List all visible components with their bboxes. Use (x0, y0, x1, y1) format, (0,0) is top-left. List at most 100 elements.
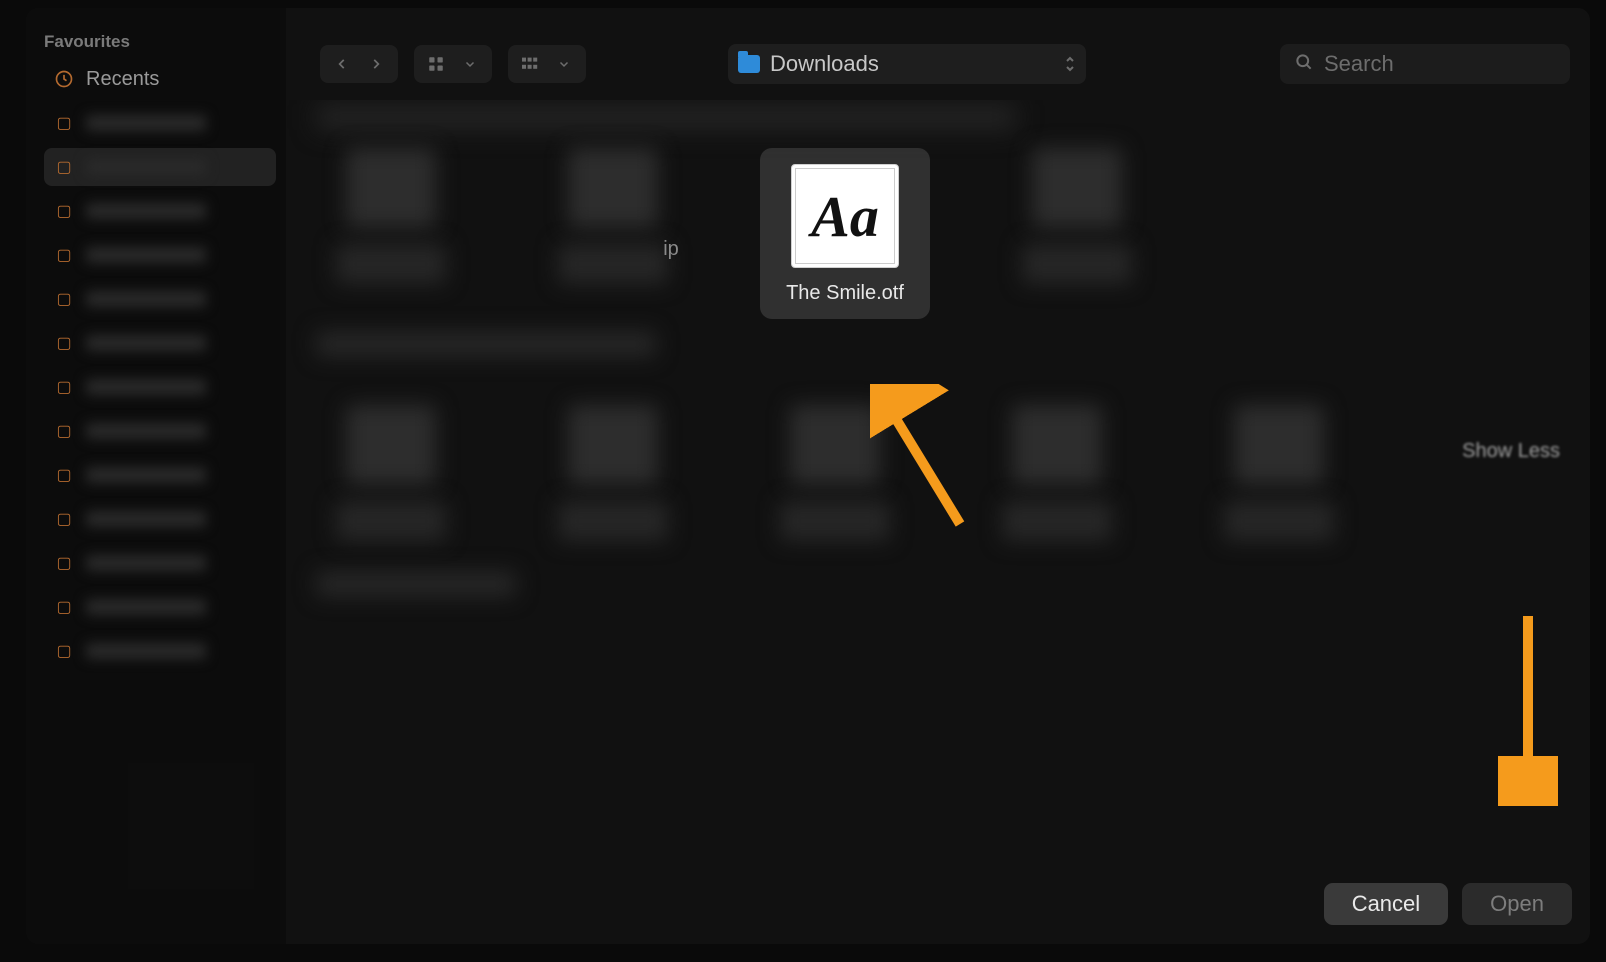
blurred-label (86, 247, 206, 263)
blurred-label (86, 159, 206, 175)
group-icon (516, 51, 544, 77)
folder-icon: ▢ (54, 597, 74, 617)
blurred-thumbnail (790, 405, 880, 485)
location-label: Downloads (770, 51, 1054, 77)
blurred-label (86, 467, 206, 483)
file-item-blurred[interactable]: ip (538, 148, 688, 319)
sidebar-item-blurred[interactable]: ▢ (44, 104, 276, 142)
sidebar-item-blurred[interactable]: ▢ (44, 280, 276, 318)
folder-icon (738, 55, 760, 73)
font-file-thumbnail: Aa (791, 164, 899, 268)
folder-icon: ▢ (54, 201, 74, 221)
blurred-label (86, 643, 206, 659)
blurred-label (86, 379, 206, 395)
blurred-label (86, 115, 206, 131)
blurred-label (86, 291, 206, 307)
sidebar-section-title: Favourites (44, 32, 276, 52)
file-item-blurred[interactable] (760, 405, 910, 541)
blurred-filename (1022, 244, 1132, 284)
blurred-label (86, 555, 206, 571)
blurred-thumbnail (346, 405, 436, 485)
folder-icon: ▢ (54, 509, 74, 529)
blurred-thumbnail (1012, 405, 1102, 485)
folder-icon: ▢ (54, 377, 74, 397)
sidebar-item-blurred[interactable]: ▢ (44, 632, 276, 670)
cancel-button[interactable]: Cancel (1324, 883, 1448, 925)
group-options-button[interactable] (508, 45, 586, 83)
filename-suffix: ip (663, 238, 679, 261)
show-less-link[interactable]: Show Less (1462, 440, 1560, 463)
blurred-filename (780, 501, 890, 541)
file-open-dialog: Favourites Recents ▢ ▢ ▢ ▢ ▢ ▢ ▢ ▢ ▢ ▢ ▢… (26, 8, 1590, 944)
sidebar-item-recents[interactable]: Recents (44, 60, 276, 98)
forward-button[interactable] (362, 51, 390, 77)
sidebar-item-blurred[interactable]: ▢ (44, 544, 276, 582)
blurred-row (316, 104, 1016, 130)
chevron-down-icon (550, 51, 578, 77)
dialog-footer: Cancel Open (286, 864, 1590, 944)
file-item-blurred[interactable] (1002, 148, 1152, 319)
clock-icon (54, 69, 74, 89)
folder-icon: ▢ (54, 421, 74, 441)
blurred-thumbnail (346, 148, 436, 228)
sidebar-item-blurred[interactable]: ▢ (44, 500, 276, 538)
search-field[interactable] (1280, 44, 1570, 84)
blurred-filename (558, 501, 668, 541)
blurred-thumbnail (568, 148, 658, 228)
sidebar: Favourites Recents ▢ ▢ ▢ ▢ ▢ ▢ ▢ ▢ ▢ ▢ ▢… (26, 8, 286, 944)
folder-icon: ▢ (54, 113, 74, 133)
folder-icon: ▢ (54, 157, 74, 177)
file-item-blurred[interactable] (316, 405, 466, 541)
folder-icon: ▢ (54, 333, 74, 353)
toolbar: Downloads (286, 8, 1590, 96)
blurred-thumbnail (568, 405, 658, 485)
sidebar-item-label: Recents (86, 68, 159, 91)
folder-icon: ▢ (54, 553, 74, 573)
file-grid (286, 397, 1590, 541)
blurred-filename (1224, 501, 1334, 541)
view-mode-buttons (414, 45, 492, 83)
sidebar-item-blurred[interactable]: ▢ (44, 148, 276, 186)
folder-icon: ▢ (54, 245, 74, 265)
chevron-down-icon[interactable] (456, 51, 484, 77)
folder-icon: ▢ (54, 641, 74, 661)
blurred-thumbnail (1234, 405, 1324, 485)
blurred-filename (1002, 501, 1112, 541)
file-grid-area: ip Aa The Smile.otf Show Less (286, 100, 1590, 864)
updown-icon (1064, 55, 1076, 73)
icon-view-button[interactable] (422, 51, 450, 77)
blurred-label (86, 335, 206, 351)
blurred-row (316, 571, 516, 597)
sidebar-item-blurred[interactable]: ▢ (44, 368, 276, 406)
file-grid: ip Aa The Smile.otf (286, 140, 1590, 319)
file-item-blurred[interactable] (316, 148, 466, 319)
sidebar-item-blurred[interactable]: ▢ (44, 236, 276, 274)
sidebar-item-blurred[interactable]: ▢ (44, 192, 276, 230)
blurred-filename (336, 244, 446, 284)
nav-buttons (320, 45, 398, 83)
open-button[interactable]: Open (1462, 883, 1572, 925)
file-item-blurred[interactable] (538, 405, 688, 541)
file-item-blurred[interactable] (1204, 405, 1354, 541)
folder-icon: ▢ (54, 465, 74, 485)
blurred-thumbnail (1032, 148, 1122, 228)
location-dropdown[interactable]: Downloads (728, 44, 1086, 84)
blurred-label (86, 599, 206, 615)
blurred-label (86, 203, 206, 219)
blurred-filename (558, 244, 668, 284)
file-item-selected[interactable]: Aa The Smile.otf (760, 148, 930, 319)
blurred-label (86, 423, 206, 439)
blurred-filename (336, 501, 446, 541)
search-input[interactable] (1324, 51, 1556, 77)
sidebar-item-blurred[interactable]: ▢ (44, 324, 276, 362)
blurred-label (86, 511, 206, 527)
search-icon (1294, 52, 1314, 77)
sidebar-item-blurred[interactable]: ▢ (44, 456, 276, 494)
sidebar-item-blurred[interactable]: ▢ (44, 588, 276, 626)
sidebar-item-blurred[interactable]: ▢ (44, 412, 276, 450)
blurred-row (316, 331, 656, 357)
selected-filename: The Smile.otf (786, 282, 904, 305)
folder-icon: ▢ (54, 289, 74, 309)
back-button[interactable] (328, 51, 356, 77)
file-item-blurred[interactable] (982, 405, 1132, 541)
